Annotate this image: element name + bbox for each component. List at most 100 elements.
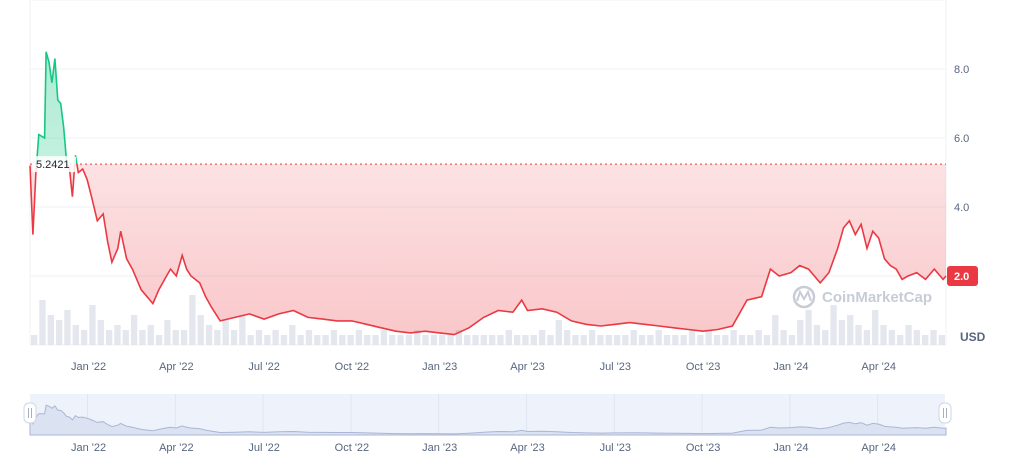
x-tick-label: Jul '22 <box>248 361 279 373</box>
volume-bar <box>647 335 654 345</box>
volume-bar <box>372 335 379 345</box>
volume-bar <box>230 330 238 345</box>
volume-bar <box>663 335 671 345</box>
volume-bar <box>314 335 321 345</box>
volume-bar <box>805 310 812 345</box>
volume-bar <box>347 335 354 345</box>
x-tick-label: Jan '22 <box>71 361 106 373</box>
chart-svg[interactable]: 8.0 6.0 4.0 CoinMarketCap 5.2421 2.0 USD J… <box>0 0 1015 454</box>
volume-bar <box>130 315 138 345</box>
volume-bar <box>763 335 771 345</box>
volume-bar <box>713 335 721 345</box>
volume-bar <box>397 335 404 345</box>
volume-bar <box>580 335 587 345</box>
volume-bar <box>730 330 737 345</box>
volume-bar <box>114 325 121 345</box>
volume-bar <box>105 330 113 345</box>
volume-bar <box>214 330 221 345</box>
volume-bar <box>513 335 521 345</box>
volume-bar <box>280 335 288 345</box>
volume-bar <box>147 325 154 345</box>
volume-bar <box>189 295 196 345</box>
volume-bar <box>722 335 729 345</box>
volume-bar <box>172 330 179 345</box>
volume-bar <box>680 335 687 345</box>
volume-bar <box>838 320 846 345</box>
volume-bar <box>880 325 887 345</box>
navigator-tick-label: Jul '22 <box>248 442 279 454</box>
volume-bar <box>297 335 304 345</box>
reference-label-text: 5.2421 <box>36 159 70 171</box>
navigator-tick-label: Oct '22 <box>335 442 370 454</box>
volume-bar <box>872 310 879 345</box>
x-tick-label: Oct '23 <box>686 361 721 373</box>
volume-bar <box>605 335 612 345</box>
volume-bar <box>830 305 837 345</box>
volume-bar <box>922 335 929 345</box>
volume-bar <box>772 315 779 345</box>
volume-bar <box>738 335 746 345</box>
navigator-x-axis: Jan '22 Apr '22 Jul '22 Oct '22 Jan '23 Apr '… <box>71 442 896 454</box>
volume-bar <box>80 330 88 345</box>
x-tick-label: Jan '23 <box>422 361 457 373</box>
volume-bar <box>630 330 637 345</box>
volume-bar <box>588 330 596 345</box>
volume-bar <box>139 330 146 345</box>
volume-bar <box>380 330 388 345</box>
x-axis: Jan '22 Apr '22 Jul '22 Oct '22 Jan '23 Apr '… <box>71 361 896 373</box>
currency-label: USD <box>960 330 986 344</box>
x-tick-label: Apr '24 <box>861 361 896 373</box>
volume-bar <box>888 330 896 345</box>
volume-bar <box>897 335 904 345</box>
volume-bar <box>364 335 371 345</box>
volume-bar <box>597 335 604 345</box>
x-tick-label: Apr '22 <box>159 361 194 373</box>
navigator-right-handle[interactable] <box>938 402 952 424</box>
y-tick-label: 6.0 <box>954 133 969 145</box>
y-tick-label: 4.0 <box>954 202 969 214</box>
x-tick-label: Apr '23 <box>510 361 545 373</box>
volume-bar <box>264 335 271 345</box>
navigator-tick-label: Jan '23 <box>422 442 457 454</box>
watermark-text: CoinMarketCap <box>822 289 932 306</box>
volume-bar <box>638 335 646 345</box>
volume-bar <box>47 315 54 345</box>
volume-bar <box>197 315 204 345</box>
volume-bar <box>239 315 246 345</box>
volume-bar <box>905 325 912 345</box>
volume-bar <box>64 310 71 345</box>
volume-bar <box>464 335 471 345</box>
volume-bar <box>755 330 762 345</box>
volume-bar <box>538 330 546 345</box>
volume-bar <box>930 330 937 345</box>
coinmarketcap-icon <box>792 285 816 309</box>
volume-bar <box>855 325 862 345</box>
navigator-tick-label: Apr '22 <box>159 442 194 454</box>
y-axis: 8.0 6.0 4.0 <box>954 64 969 214</box>
volume-bar <box>672 335 679 345</box>
volume-bar <box>389 335 396 345</box>
volume-bar <box>780 330 787 345</box>
volume-bar <box>122 330 129 345</box>
volume-bar <box>747 335 754 345</box>
navigator-left-handle[interactable] <box>23 402 37 424</box>
volume-bar <box>339 335 346 345</box>
last-price-badge: 2.0 <box>947 266 978 286</box>
volume-bar <box>322 335 329 345</box>
volume-bar <box>55 320 63 345</box>
volume-bar <box>180 330 188 345</box>
watermark-logo: CoinMarketCap <box>792 285 932 309</box>
volume-bar <box>505 330 512 345</box>
range-navigator[interactable] <box>23 394 952 436</box>
volume-bar <box>613 335 621 345</box>
volume-bar <box>563 330 571 345</box>
volume-bar <box>31 335 38 345</box>
x-tick-label: Oct '22 <box>335 361 370 373</box>
volume-bar <box>255 330 263 345</box>
volume-bar <box>247 335 254 345</box>
volume-bar <box>797 320 804 345</box>
volume-bar <box>622 335 629 345</box>
volume-bar <box>89 305 96 345</box>
volume-bar <box>155 335 163 345</box>
price-chart[interactable]: 8.0 6.0 4.0 CoinMarketCap 5.2421 2.0 USD J… <box>0 0 1015 454</box>
